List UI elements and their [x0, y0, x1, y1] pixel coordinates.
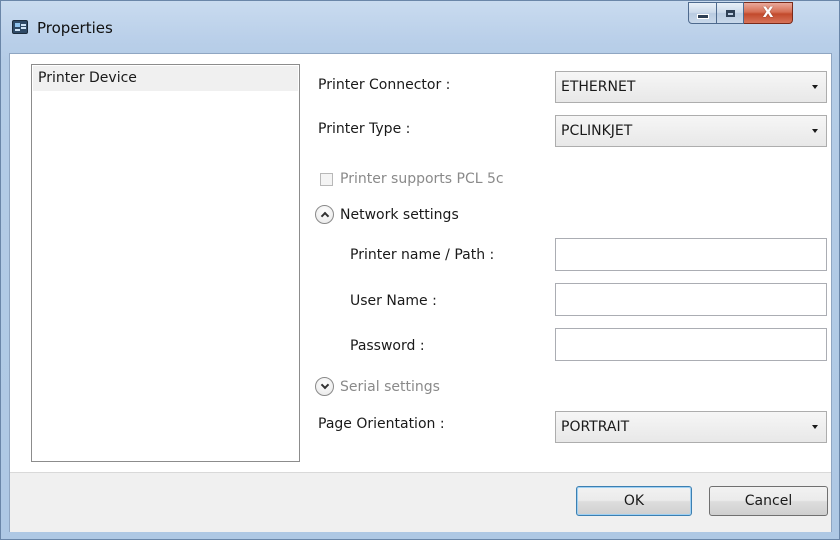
tree-item-printer-device[interactable]: Printer Device — [33, 66, 298, 91]
close-button[interactable]: X — [744, 2, 793, 24]
minimize-button[interactable] — [688, 2, 717, 24]
printer-connector-select[interactable]: ETHERNET — [555, 71, 827, 103]
serial-settings-expander[interactable]: Serial settings — [315, 377, 440, 396]
pcl5c-checkbox-row[interactable]: Printer supports PCL 5c — [320, 171, 504, 187]
user-name-label: User Name : — [350, 293, 437, 309]
page-orientation-label: Page Orientation : — [318, 416, 445, 432]
window-title: Properties — [37, 19, 113, 37]
printer-name-label: Printer name / Path : — [350, 247, 495, 263]
password-input[interactable] — [555, 328, 827, 361]
maximize-icon — [725, 9, 735, 17]
serial-settings-label: Serial settings — [340, 378, 440, 395]
user-name-input[interactable] — [555, 283, 827, 316]
device-tree[interactable]: Printer Device — [31, 64, 300, 462]
dialog-footer: OK Cancel — [10, 472, 831, 532]
maximize-button[interactable] — [717, 2, 744, 24]
password-label: Password : — [350, 338, 425, 354]
ok-button[interactable]: OK — [576, 486, 692, 516]
pcl5c-checkbox[interactable] — [320, 172, 333, 186]
page-orientation-value: PORTRAIT — [561, 419, 630, 435]
properties-window: Properties X Printer Device Printer Conn… — [0, 0, 840, 540]
dialog-client-area: Printer Device Printer Connector : ETHER… — [9, 53, 832, 532]
expand-icon — [315, 377, 334, 396]
printer-connector-value: ETHERNET — [561, 79, 636, 95]
printer-type-select[interactable]: PCLINKJET — [555, 115, 827, 147]
cancel-button[interactable]: Cancel — [709, 486, 828, 516]
chevron-down-icon — [812, 129, 818, 133]
app-icon — [12, 20, 28, 34]
chevron-down-icon — [812, 85, 818, 89]
title-bar[interactable]: Properties X — [1, 1, 839, 53]
printer-type-value: PCLINKJET — [561, 123, 633, 139]
network-settings-expander[interactable]: Network settings — [315, 205, 459, 224]
caption-buttons: X — [688, 2, 793, 24]
printer-connector-label: Printer Connector : — [318, 77, 451, 93]
minimize-icon — [696, 13, 709, 19]
page-orientation-select[interactable]: PORTRAIT — [555, 411, 827, 443]
chevron-down-icon — [812, 425, 818, 429]
pcl5c-label: Printer supports PCL 5c — [340, 171, 504, 187]
printer-type-label: Printer Type : — [318, 121, 411, 137]
printer-name-input[interactable] — [555, 238, 827, 271]
close-icon: X — [762, 5, 774, 21]
network-settings-label: Network settings — [340, 206, 459, 223]
collapse-icon — [315, 205, 334, 224]
